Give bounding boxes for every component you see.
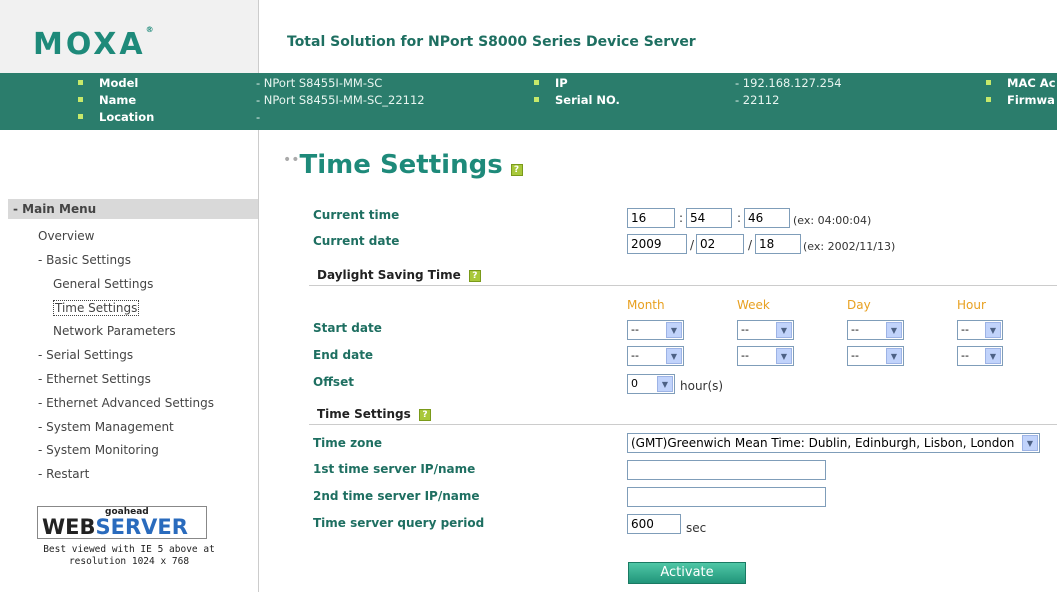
offset-label: Offset xyxy=(313,375,354,389)
info-model: Model xyxy=(78,76,138,90)
year-input[interactable] xyxy=(627,234,687,254)
title-dots-icon: •• xyxy=(283,152,300,168)
info-ip: IP xyxy=(534,76,568,90)
offset-unit: hour(s) xyxy=(680,379,724,393)
bullet-icon xyxy=(534,97,539,102)
chevron-down-icon: ▼ xyxy=(886,322,902,338)
query-period-label: Time server query period xyxy=(313,516,485,530)
location-value: - xyxy=(256,110,261,124)
start-day-select[interactable]: -- ▼ xyxy=(847,320,904,340)
server2-label: 2nd time server IP/name xyxy=(313,489,480,503)
timezone-label: Time zone xyxy=(313,436,383,450)
slash-separator: / xyxy=(748,238,753,252)
col-hour: Hour xyxy=(957,298,986,312)
sidebar-item-restart[interactable]: - Restart xyxy=(38,467,89,481)
help-icon[interactable]: ? xyxy=(418,408,431,421)
minute-input[interactable] xyxy=(686,208,732,228)
info-mac: MAC Ac xyxy=(986,76,1056,90)
sidebar-item-time-settings[interactable]: Time Settings xyxy=(53,300,140,316)
day-input[interactable] xyxy=(755,234,801,254)
server1-label: 1st time server IP/name xyxy=(313,462,476,476)
col-week: Week xyxy=(737,298,770,312)
start-hour-select[interactable]: -- ▼ xyxy=(957,320,1003,340)
sidebar-item-basic-settings[interactable]: - Basic Settings xyxy=(38,253,131,267)
help-icon[interactable]: ? xyxy=(510,163,523,176)
chevron-down-icon: ▼ xyxy=(776,322,792,338)
end-week-select[interactable]: -- ▼ xyxy=(737,346,794,366)
dst-section-header: Daylight Saving Time ? xyxy=(309,262,1057,286)
product-title: Total Solution for NPort S8000 Series De… xyxy=(287,34,696,50)
sidebar-item-network-parameters[interactable]: Network Parameters xyxy=(53,324,176,338)
bullet-icon xyxy=(78,114,83,119)
sidebar-item-system-management[interactable]: - System Management xyxy=(38,420,174,434)
help-icon[interactable]: ? xyxy=(468,269,481,282)
info-name: Name xyxy=(78,93,136,107)
activate-button[interactable]: Activate xyxy=(628,562,746,584)
end-date-label: End date xyxy=(313,348,374,362)
hour-input[interactable] xyxy=(627,208,675,228)
query-period-unit: sec xyxy=(686,521,707,535)
page-title: ••Time Settings ? xyxy=(283,150,523,180)
serial-value: - 22112 xyxy=(735,93,780,107)
info-location: Location xyxy=(78,110,154,124)
bullet-icon xyxy=(986,80,991,85)
end-hour-select[interactable]: -- ▼ xyxy=(957,346,1003,366)
server2-input[interactable] xyxy=(627,487,826,507)
moxa-logo: MOXA® xyxy=(33,25,154,62)
bullet-icon xyxy=(78,97,83,102)
current-date-label: Current date xyxy=(313,234,400,248)
chevron-down-icon: ▼ xyxy=(985,322,1001,338)
start-week-select[interactable]: -- ▼ xyxy=(737,320,794,340)
sidebar-item-serial-settings[interactable]: - Serial Settings xyxy=(38,348,133,362)
end-day-select[interactable]: -- ▼ xyxy=(847,346,904,366)
col-day: Day xyxy=(847,298,871,312)
logo-area: MOXA® xyxy=(0,0,259,73)
sidebar-item-system-monitoring[interactable]: - System Monitoring xyxy=(38,443,159,457)
info-firmware: Firmwa xyxy=(986,93,1055,107)
sidebar-item-overview[interactable]: Overview xyxy=(38,229,95,243)
chevron-down-icon: ▼ xyxy=(776,348,792,364)
model-value: - NPort S8455I-MM-SC xyxy=(256,76,383,90)
time-settings-section-header: Time Settings ? xyxy=(309,401,1057,425)
end-month-select[interactable]: -- ▼ xyxy=(627,346,684,366)
browser-note: Best viewed with IE 5 above at resolutio… xyxy=(43,544,215,567)
start-month-select[interactable]: -- ▼ xyxy=(627,320,684,340)
chevron-down-icon: ▼ xyxy=(985,348,1001,364)
time-example: (ex: 04:00:04) xyxy=(793,214,872,227)
chevron-down-icon: ▼ xyxy=(1022,435,1038,451)
second-input[interactable] xyxy=(744,208,790,228)
chevron-down-icon: ▼ xyxy=(657,376,673,392)
date-example: (ex: 2002/11/13) xyxy=(803,240,896,253)
chevron-down-icon: ▼ xyxy=(886,348,902,364)
server1-input[interactable] xyxy=(627,460,826,480)
colon-separator: : xyxy=(737,211,742,225)
device-info-bar: Model Name Location - NPort S8455I-MM-SC… xyxy=(0,73,1057,130)
chevron-down-icon: ▼ xyxy=(666,348,682,364)
name-value: - NPort S8455I-MM-SC_22112 xyxy=(256,93,425,107)
colon-separator: : xyxy=(679,211,684,225)
webserver-logo: goahead WEBSERVER xyxy=(37,506,207,539)
sidebar-item-ethernet-settings[interactable]: - Ethernet Settings xyxy=(38,372,151,386)
timezone-select[interactable]: (GMT)Greenwich Mean Time: Dublin, Edinbu… xyxy=(627,433,1040,453)
sidebar-item-general-settings[interactable]: General Settings xyxy=(53,277,153,291)
info-serial: Serial NO. xyxy=(534,93,620,107)
offset-select[interactable]: 0 ▼ xyxy=(627,374,675,394)
main-menu-header[interactable]: - Main Menu xyxy=(8,199,258,219)
bullet-icon xyxy=(986,97,991,102)
query-period-input[interactable] xyxy=(627,514,681,534)
col-month: Month xyxy=(627,298,665,312)
sidebar: - Main Menu Overview - Basic Settings Ge… xyxy=(0,130,259,592)
chevron-down-icon: ▼ xyxy=(666,322,682,338)
start-date-label: Start date xyxy=(313,321,382,335)
month-input[interactable] xyxy=(696,234,744,254)
bullet-icon xyxy=(534,80,539,85)
sidebar-item-ethernet-advanced-settings[interactable]: - Ethernet Advanced Settings xyxy=(38,396,214,410)
current-time-label: Current time xyxy=(313,208,400,222)
bullet-icon xyxy=(78,80,83,85)
slash-separator: / xyxy=(690,238,695,252)
ip-value: - 192.168.127.254 xyxy=(735,76,842,90)
